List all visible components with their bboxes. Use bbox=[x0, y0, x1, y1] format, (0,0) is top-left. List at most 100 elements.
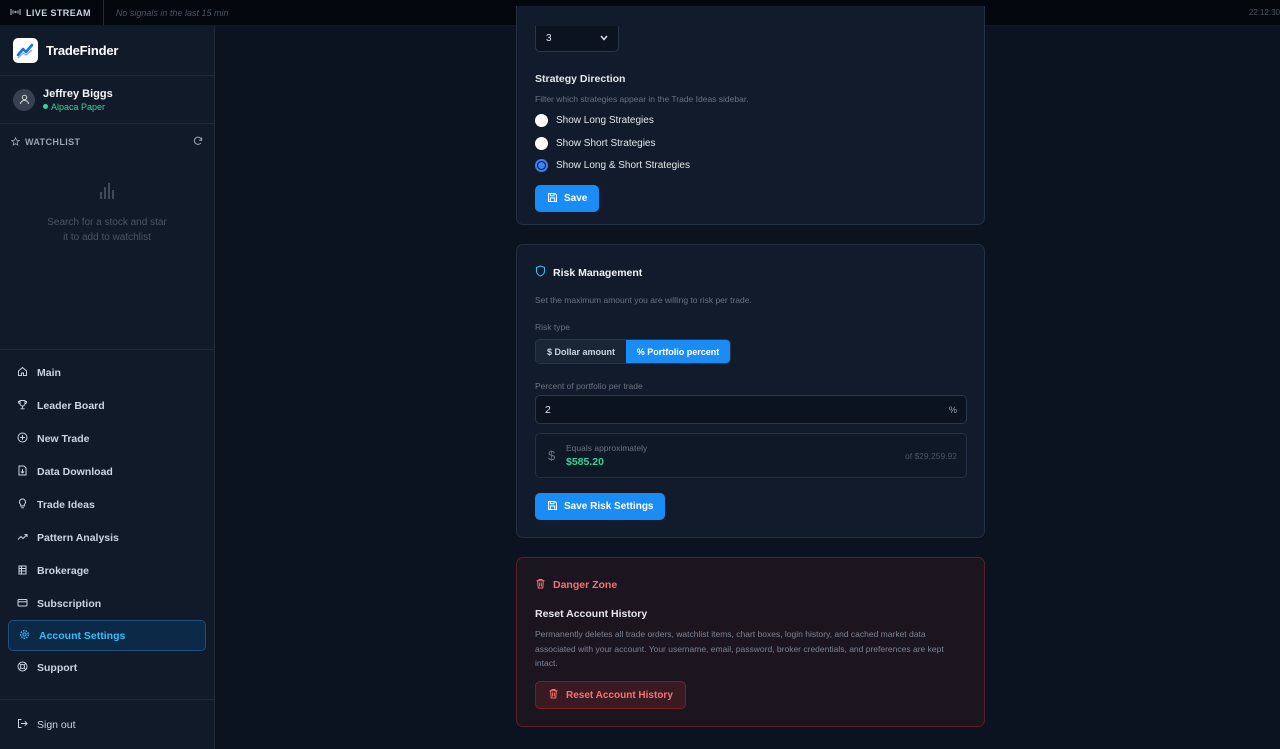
nav-item-main[interactable]: Main bbox=[0, 356, 214, 389]
lightbulb-icon bbox=[17, 497, 28, 512]
chart-trend-icon bbox=[13, 38, 38, 63]
clock: 22:12:30 bbox=[1248, 8, 1280, 17]
danger-title-text: Danger Zone bbox=[553, 579, 618, 591]
risk-type-toggle: $ Dollar amount % Portfolio percent bbox=[535, 339, 731, 364]
nav-item-subscription[interactable]: Subscription bbox=[0, 587, 214, 620]
equals-label: Equals approximately bbox=[566, 443, 648, 453]
nav-label: Leader Board bbox=[37, 399, 105, 412]
shield-icon bbox=[535, 265, 546, 280]
account-badge: Alpaca Paper bbox=[43, 102, 113, 112]
risk-description: Set the maximum amount you are willing t… bbox=[535, 295, 752, 305]
user-profile[interactable]: Jeffrey Biggs Alpaca Paper bbox=[0, 76, 214, 124]
gear-icon bbox=[19, 629, 30, 643]
star-icon bbox=[10, 136, 21, 148]
radio-short[interactable]: Show Short Strategies bbox=[535, 137, 656, 150]
portfolio-total: of $29,259.92 bbox=[905, 451, 957, 461]
reset-button-label: Reset Account History bbox=[566, 689, 673, 701]
stream-status-text: No signals in the last 15 min bbox=[115, 7, 229, 18]
percent-input[interactable]: 2 % bbox=[535, 395, 967, 424]
percent-unit: % bbox=[948, 404, 957, 415]
risk-management-title: Risk Management bbox=[535, 265, 642, 280]
strategy-direction-hint: Filter which strategies appear in the Tr… bbox=[535, 94, 749, 104]
settings-content: 3 Strategy Direction Filter which strate… bbox=[215, 6, 1280, 749]
danger-zone-card: Danger Zone Reset Account History Perman… bbox=[516, 557, 985, 727]
strategy-settings-card: 3 Strategy Direction Filter which strate… bbox=[516, 6, 985, 225]
watchlist-header: WATCHLIST bbox=[0, 124, 214, 160]
dollar-icon: $ bbox=[548, 448, 556, 463]
reset-history-description: Permanently deletes all trade orders, wa… bbox=[535, 629, 944, 668]
nav-label: Pattern Analysis bbox=[37, 531, 119, 544]
equals-value: $585.20 bbox=[566, 456, 604, 468]
nav-label: Account Settings bbox=[39, 629, 126, 642]
status-dot bbox=[43, 104, 48, 109]
live-signal-icon bbox=[10, 8, 21, 18]
save-strategy-button[interactable]: Save bbox=[535, 185, 600, 212]
watchlist-label: WATCHLIST bbox=[25, 137, 81, 147]
nav-item-brokerage[interactable]: Brokerage bbox=[0, 554, 214, 587]
lifebuoy-icon bbox=[17, 661, 28, 675]
trophy-icon bbox=[17, 399, 28, 413]
nav-label: Support bbox=[37, 661, 78, 674]
file-download-icon bbox=[17, 465, 28, 479]
refresh-icon[interactable] bbox=[193, 133, 203, 151]
main-nav: Main Leader Board New Trade Data Downloa… bbox=[0, 350, 214, 684]
nav-label: Subscription bbox=[37, 597, 102, 610]
user-icon bbox=[13, 88, 35, 111]
risk-management-card: Risk Management Set the maximum amount y… bbox=[516, 244, 985, 538]
risk-type-label: Risk type bbox=[535, 322, 570, 332]
radio-button[interactable] bbox=[535, 137, 548, 150]
reset-account-history-button[interactable]: Reset Account History bbox=[535, 681, 686, 709]
sign-out-label: Sign out bbox=[37, 718, 76, 731]
nav-item-account-settings[interactable]: Account Settings bbox=[8, 620, 206, 651]
trending-up-icon bbox=[17, 531, 28, 545]
risk-type-dollar[interactable]: $ Dollar amount bbox=[536, 340, 626, 363]
watchlist-empty-text: Search for a stock and star it to add to… bbox=[47, 217, 167, 243]
save-icon bbox=[547, 500, 558, 514]
sidebar: TradeFinder Jeffrey Biggs Alpaca Paper W… bbox=[0, 26, 215, 749]
radio-button[interactable] bbox=[535, 114, 548, 127]
nav-item-new-trade[interactable]: New Trade bbox=[0, 422, 214, 455]
strategy-count-select[interactable]: 3 bbox=[535, 26, 619, 52]
save-icon bbox=[547, 192, 558, 206]
watchlist-empty-state: Search for a stock and star it to add to… bbox=[0, 160, 214, 350]
sign-out-icon bbox=[17, 718, 28, 732]
plus-circle-icon bbox=[17, 432, 28, 446]
sign-out-button[interactable]: Sign out bbox=[0, 699, 214, 749]
nav-item-leader-board[interactable]: Leader Board bbox=[0, 389, 214, 422]
risk-type-percent[interactable]: % Portfolio percent bbox=[626, 340, 730, 363]
nav-item-trade-ideas[interactable]: Trade Ideas bbox=[0, 488, 214, 521]
live-stream-label: LIVE STREAM bbox=[26, 7, 91, 18]
save-risk-label: Save Risk Settings bbox=[564, 501, 654, 512]
nav-item-pattern-analysis[interactable]: Pattern Analysis bbox=[0, 521, 214, 554]
trash-icon bbox=[535, 578, 546, 592]
save-risk-settings-button[interactable]: Save Risk Settings bbox=[535, 493, 666, 520]
trash-icon bbox=[548, 688, 559, 702]
strategy-direction-title: Strategy Direction bbox=[535, 73, 626, 85]
percent-value: 2 bbox=[545, 403, 551, 416]
live-stream-indicator: LIVE STREAM bbox=[0, 0, 104, 25]
nav-label: Trade Ideas bbox=[37, 498, 95, 511]
danger-zone-title: Danger Zone bbox=[535, 578, 617, 592]
credit-card-icon bbox=[17, 597, 28, 611]
radio-button-selected[interactable] bbox=[535, 159, 548, 172]
radio-long-short[interactable]: Show Long & Short Strategies bbox=[535, 159, 690, 172]
nav-label: New Trade bbox=[37, 432, 90, 445]
reset-history-title: Reset Account History bbox=[535, 608, 648, 620]
select-value: 3 bbox=[546, 33, 552, 44]
nav-item-support[interactable]: Support bbox=[0, 651, 214, 684]
account-name: Alpaca Paper bbox=[51, 101, 106, 112]
percent-field-label: Percent of portfolio per trade bbox=[535, 381, 643, 391]
brand-name: TradeFinder bbox=[46, 43, 119, 58]
nav-label: Data Download bbox=[37, 465, 113, 478]
radio-label: Show Long Strategies bbox=[556, 115, 654, 126]
radio-long[interactable]: Show Long Strategies bbox=[535, 114, 654, 127]
save-label: Save bbox=[564, 193, 588, 204]
watchlist-title: WATCHLIST bbox=[10, 136, 81, 148]
bank-icon bbox=[17, 564, 28, 578]
nav-label: Main bbox=[37, 366, 61, 379]
home-icon bbox=[17, 366, 28, 380]
nav-item-data-download[interactable]: Data Download bbox=[0, 455, 214, 488]
bar-chart-icon bbox=[99, 182, 115, 205]
brand[interactable]: TradeFinder bbox=[0, 26, 214, 76]
user-name: Jeffrey Biggs bbox=[43, 87, 113, 100]
